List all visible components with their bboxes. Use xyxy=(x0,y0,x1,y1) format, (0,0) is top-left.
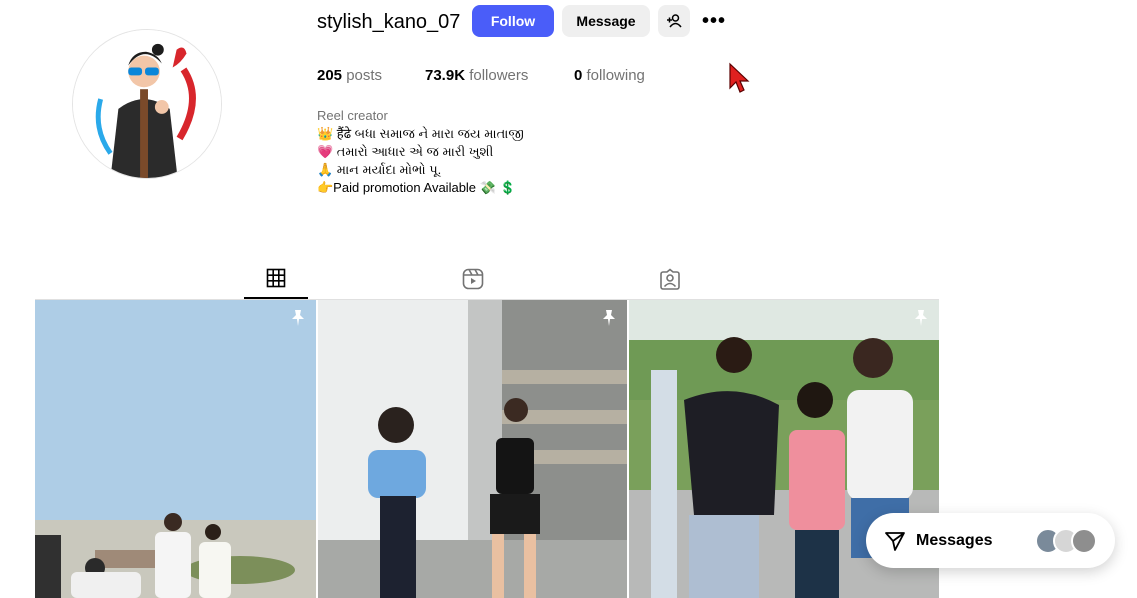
tagged-icon xyxy=(660,267,680,290)
followers-label: followers xyxy=(469,67,529,84)
message-button[interactable]: Message xyxy=(562,5,650,37)
following-link[interactable]: 0 following xyxy=(574,67,645,84)
post-thumbnail[interactable] xyxy=(35,300,316,598)
suggest-user-button[interactable] xyxy=(658,5,690,37)
messages-label: Messages xyxy=(916,531,993,549)
profile-avatar[interactable] xyxy=(72,29,222,179)
pin-icon xyxy=(603,310,615,326)
post-thumbnail[interactable] xyxy=(318,300,627,598)
tab-reels[interactable] xyxy=(441,258,505,299)
profile-tabs xyxy=(35,258,939,300)
avatar xyxy=(1071,528,1097,554)
bio-line: 👑 हैंढे બધા સમાજ ને મારા જય માતાજી xyxy=(317,126,524,141)
person-plus-icon xyxy=(667,14,682,28)
posts-grid xyxy=(35,300,939,598)
post-image xyxy=(318,300,627,598)
bio-line: 👉Paid promotion Available 💸 💲 xyxy=(317,180,516,195)
avatar-illustration xyxy=(73,30,221,178)
more-options-button[interactable]: ••• xyxy=(700,5,728,37)
tab-posts[interactable] xyxy=(244,258,308,299)
bio-category: Reel creator xyxy=(317,108,388,123)
send-icon xyxy=(885,531,905,551)
pin-icon xyxy=(292,310,304,326)
posts-label: posts xyxy=(346,67,383,84)
grid-icon xyxy=(266,268,286,287)
posts-count: 205 xyxy=(317,67,343,84)
followers-link[interactable]: 73.9K followers xyxy=(425,67,528,84)
more-horizontal-icon: ••• xyxy=(701,9,726,32)
post-image xyxy=(35,300,316,598)
pin-icon xyxy=(915,310,927,326)
tab-tagged[interactable] xyxy=(638,258,702,299)
messages-avatars xyxy=(1035,528,1097,554)
bio-line: 🙏 માન મર્યાદા મોભો પૂ. xyxy=(317,162,442,177)
follow-button[interactable]: Follow xyxy=(472,5,554,37)
posts-count-stat: 205 posts xyxy=(317,67,382,84)
reels-icon xyxy=(462,268,484,289)
bio-line: 💗 તમારો આધાર એ જ મારી ખુશી xyxy=(317,144,494,159)
profile-bio: Reel creator 👑 हैंढे બધા સમાજ ને મારા જય… xyxy=(317,107,524,197)
mouse-cursor-icon xyxy=(729,62,750,93)
profile-username: stylish_kano_07 xyxy=(317,11,461,33)
followers-count: 73.9K xyxy=(425,67,466,84)
messages-button[interactable]: Messages xyxy=(866,513,1115,568)
following-count: 0 xyxy=(574,67,583,84)
following-label: following xyxy=(586,67,645,84)
